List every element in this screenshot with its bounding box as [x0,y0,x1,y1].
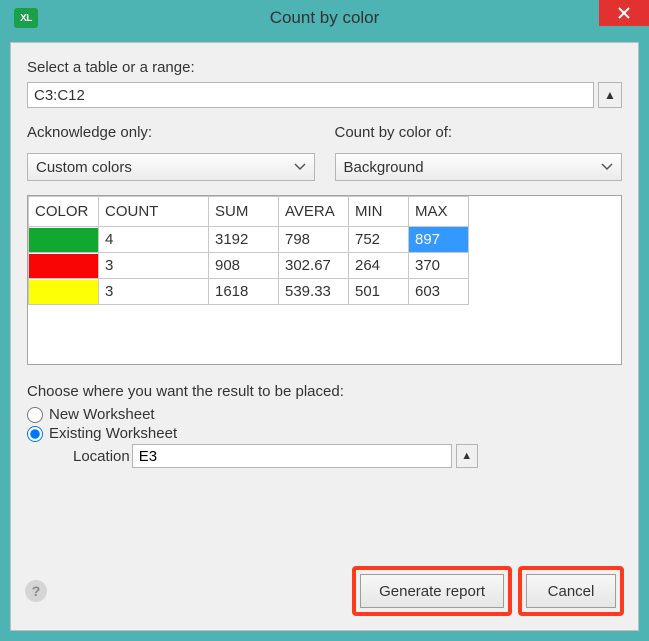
generate-report-button[interactable]: Generate report [360,574,504,608]
chevron-down-icon [294,163,306,171]
color-swatch-cell[interactable] [29,227,99,253]
radio-new-worksheet[interactable]: New Worksheet [27,406,622,423]
cell-max[interactable]: 603 [409,279,469,305]
color-swatch [29,228,98,252]
ack-only-select[interactable]: Custom colors [27,153,315,181]
cell-min[interactable]: 501 [349,279,409,305]
radio-new-worksheet-input[interactable] [27,407,43,423]
color-swatch [29,254,98,278]
collapse-icon: ▲ [604,88,616,102]
dialog-window: XL Count by color Select a table or a ra… [0,0,649,641]
column-header[interactable]: MIN [349,197,409,227]
cell-count[interactable]: 3 [99,279,209,305]
range-picker-button[interactable]: ▲ [598,82,622,108]
cell-count[interactable]: 3 [99,253,209,279]
help-icon: ? [32,583,41,599]
column-header[interactable]: AVERA [279,197,349,227]
column-header[interactable]: MAX [409,197,469,227]
count-by-value: Background [344,159,424,176]
radio-new-worksheet-label: New Worksheet [49,406,155,423]
close-button[interactable] [599,0,649,26]
range-input[interactable] [27,82,594,108]
location-input[interactable] [132,444,452,468]
column-header[interactable]: COLOR [29,197,99,227]
range-label: Select a table or a range: [27,59,622,76]
location-label: Location [73,448,130,465]
color-swatch [29,280,98,304]
count-by-label: Count by color of: [335,124,623,141]
cancel-highlight: Cancel [518,566,624,616]
cell-count[interactable]: 4 [99,227,209,253]
cell-max[interactable]: 370 [409,253,469,279]
location-picker-button[interactable]: ▲ [456,444,478,468]
table-row: 3908302.67264370 [29,253,469,279]
cell-sum[interactable]: 3192 [209,227,279,253]
app-icon: XL [14,8,38,28]
table-row: 31618539.33501603 [29,279,469,305]
column-header[interactable]: SUM [209,197,279,227]
cell-sum[interactable]: 1618 [209,279,279,305]
cell-avg[interactable]: 539.33 [279,279,349,305]
table-row: 43192798752897 [29,227,469,253]
generate-highlight: Generate report [352,566,512,616]
ack-only-value: Custom colors [36,159,132,176]
results-table-container: COLORCOUNTSUMAVERAMINMAX 431927987528973… [27,195,622,365]
collapse-icon: ▲ [461,450,472,462]
column-header[interactable]: COUNT [99,197,209,227]
cancel-button[interactable]: Cancel [526,574,616,608]
cell-avg[interactable]: 798 [279,227,349,253]
window-title: Count by color [0,8,649,28]
cell-min[interactable]: 752 [349,227,409,253]
cell-max[interactable]: 897 [409,227,469,253]
placement-label: Choose where you want the result to be p… [27,383,622,400]
help-button[interactable]: ? [25,580,47,602]
cell-avg[interactable]: 302.67 [279,253,349,279]
dialog-content: Select a table or a range: ▲ Acknowledge… [10,42,639,631]
close-icon [618,7,630,19]
radio-existing-worksheet-label: Existing Worksheet [49,425,177,442]
results-table: COLORCOUNTSUMAVERAMINMAX 431927987528973… [28,196,469,305]
cell-min[interactable]: 264 [349,253,409,279]
ack-only-label: Acknowledge only: [27,124,315,141]
title-bar: XL Count by color [0,0,649,36]
color-swatch-cell[interactable] [29,279,99,305]
radio-existing-worksheet[interactable]: Existing Worksheet [27,425,622,442]
cell-sum[interactable]: 908 [209,253,279,279]
count-by-select[interactable]: Background [335,153,623,181]
color-swatch-cell[interactable] [29,253,99,279]
chevron-down-icon [601,163,613,171]
radio-existing-worksheet-input[interactable] [27,426,43,442]
